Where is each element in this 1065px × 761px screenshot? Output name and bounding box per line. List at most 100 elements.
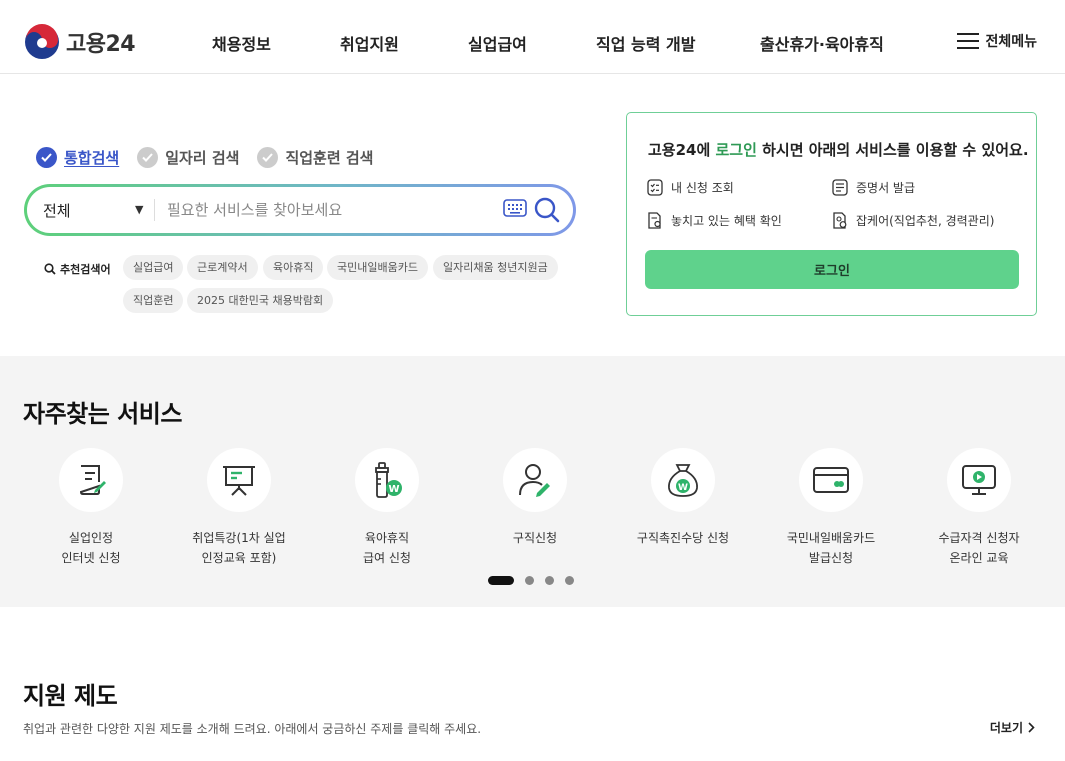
service-icon-circle (799, 448, 863, 512)
section-title: 자주찾는 서비스 (23, 400, 182, 428)
svg-text:W: W (388, 484, 399, 495)
service-item[interactable]: W 육아휴직 급여 신청 (313, 448, 461, 568)
keyword-chip[interactable]: 국민내일배움카드 (327, 255, 428, 280)
service-item[interactable]: 실업인정 인터넷 신청 (17, 448, 165, 568)
recommended-keywords-label: 추천검색어 (44, 261, 111, 277)
service-label: 증명서 발급 (856, 181, 916, 195)
service-job-care[interactable]: 잡케어(직업추천, 경력관리) (832, 212, 994, 229)
monitor-play-icon (962, 465, 996, 495)
service-item[interactable]: W 구직촉진수당 신청 (609, 448, 757, 548)
logo-text: 고용24 (66, 32, 136, 57)
carousel-pagination (488, 576, 585, 585)
search-icon (44, 263, 56, 275)
login-msg-highlight: 로그인 (715, 141, 757, 159)
service-item[interactable]: 취업특강(1차 실업 인정교육 포함) (165, 448, 313, 568)
taegeuk-logo-icon (25, 24, 59, 59)
search-tabs: 통합검색 일자리 검색 직업훈련 검색 (36, 147, 391, 168)
section-title: 지원 제도 (23, 682, 118, 710)
service-label: 취업특강(1차 실업 인정교육 포함) (192, 531, 286, 565)
header: 고용24 채용정보 취업지원 실업급여 직업 능력 개발 출산휴가·육아휴직 전… (0, 0, 1065, 74)
card-icon (813, 467, 849, 493)
money-bag-won-icon: W (668, 464, 698, 497)
service-label: 놓치고 있는 혜택 확인 (671, 214, 782, 228)
document-edit-icon (79, 465, 106, 495)
person-edit-icon (519, 464, 550, 497)
search-inner: 전체 ▼ (27, 187, 573, 233)
nav-item-jobs[interactable]: 채용정보 (212, 31, 271, 55)
job-care-icon (833, 212, 847, 229)
login-card: 고용24에 로그인 하시면 아래의 서비스를 이용할 수 있어요. 내 신청 조… (626, 112, 1037, 316)
service-label: 잡케어(직업추천, 경력관리) (856, 214, 995, 228)
keyword-chip[interactable]: 근로계약서 (187, 255, 258, 280)
service-label: 구직신청 (512, 531, 558, 545)
frequent-services-section: 자주찾는 서비스 실업인정 인터넷 신청 취업특강(1차 실업 인정교육 포함)… (0, 356, 1065, 607)
service-label: 내 신청 조회 (671, 181, 734, 195)
pagination-dot[interactable] (525, 576, 534, 585)
presentation-board-icon (223, 466, 255, 496)
login-message: 고용24에 로그인 하시면 아래의 서비스를 이용할 수 있어요. (648, 139, 1029, 160)
dropdown-arrow-icon[interactable]: ▼ (135, 203, 143, 216)
keyword-chip[interactable]: 육아휴직 (263, 255, 324, 280)
tab-label: 통합검색 (64, 149, 120, 167)
keyword-chip[interactable]: 실업급여 (123, 255, 184, 280)
service-icon-circle: W (355, 448, 419, 512)
login-msg-suffix: 하시면 아래의 서비스를 이용할 수 있어요. (756, 141, 1029, 159)
divider (154, 199, 155, 221)
service-item[interactable]: 수급자격 신청자 온라인 교육 (905, 448, 1053, 568)
document-search-icon (648, 212, 661, 229)
nav-item-vocational-training[interactable]: 직업 능력 개발 (596, 31, 695, 55)
nav-item-parental-leave[interactable]: 출산휴가·육아휴직 (760, 31, 884, 55)
check-icon (36, 147, 57, 168)
pagination-dot[interactable] (545, 576, 554, 585)
checklist-icon (647, 179, 663, 196)
pagination-dot[interactable] (565, 576, 574, 585)
certificate-icon (832, 179, 848, 196)
tab-label: 직업훈련 검색 (285, 149, 374, 167)
service-my-applications[interactable]: 내 신청 조회 (647, 179, 734, 196)
chevron-right-icon (1028, 722, 1035, 733)
service-missed-benefits[interactable]: 놓치고 있는 혜택 확인 (647, 212, 782, 229)
service-label: 실업인정 인터넷 신청 (61, 531, 121, 565)
all-menu-label: 전체메뉴 (985, 34, 1037, 50)
section-description: 취업과 관련한 다양한 지원 제도를 소개해 드려요. 아래에서 궁금하신 주제… (23, 722, 482, 736)
all-menu-button[interactable]: 전체메뉴 (957, 31, 1037, 51)
service-label: 구직촉진수당 신청 (636, 531, 730, 545)
keyword-chip[interactable]: 일자리채움 청년지원금 (433, 255, 558, 280)
nav-item-unemployment-benefit[interactable]: 실업급여 (468, 31, 527, 55)
recommend-label-text: 추천검색어 (60, 263, 111, 276)
service-icon-circle (947, 448, 1011, 512)
service-icon-circle: W (651, 448, 715, 512)
login-button[interactable]: 로그인 (645, 250, 1019, 289)
tab-integrated-search[interactable]: 통합검색 (36, 147, 119, 168)
more-link[interactable]: 더보기 (990, 719, 1035, 736)
service-item[interactable]: 국민내일배움카드 발급신청 (757, 448, 905, 568)
nav-item-employment-support[interactable]: 취업지원 (340, 31, 399, 55)
service-certificate-issue[interactable]: 증명서 발급 (832, 179, 915, 196)
tab-label: 일자리 검색 (165, 149, 240, 167)
hamburger-icon (957, 33, 980, 49)
check-icon (137, 147, 159, 168)
service-item[interactable]: 구직신청 (461, 448, 609, 548)
logo[interactable]: 고용24 (24, 24, 136, 60)
keyword-chip[interactable]: 2025 대한민국 채용박람회 (187, 288, 334, 313)
more-label: 더보기 (989, 721, 1023, 735)
keyboard-icon[interactable] (503, 199, 527, 217)
login-msg-prefix: 고용24에 (648, 141, 716, 159)
check-icon (257, 147, 279, 168)
svg-text:W: W (678, 483, 688, 493)
service-icon-circle (503, 448, 567, 512)
pagination-dot-active[interactable] (488, 576, 514, 585)
service-label: 수급자격 신청자 온라인 교육 (938, 531, 1020, 565)
service-label: 육아휴직 급여 신청 (363, 531, 411, 565)
search-input[interactable] (167, 197, 487, 223)
keyword-chip[interactable]: 직업훈련 (123, 288, 184, 313)
tab-training-search[interactable]: 직업훈련 검색 (257, 147, 373, 168)
search-scope-select[interactable]: 전체 (43, 200, 71, 221)
search-box: 전체 ▼ (24, 184, 576, 236)
tab-job-search[interactable]: 일자리 검색 (137, 147, 239, 168)
service-icon-circle (207, 448, 271, 512)
service-icon-circle (59, 448, 123, 512)
search-icon[interactable] (533, 196, 561, 224)
baby-bottle-won-icon: W (375, 462, 402, 498)
service-label: 국민내일배움카드 발급신청 (786, 531, 876, 565)
